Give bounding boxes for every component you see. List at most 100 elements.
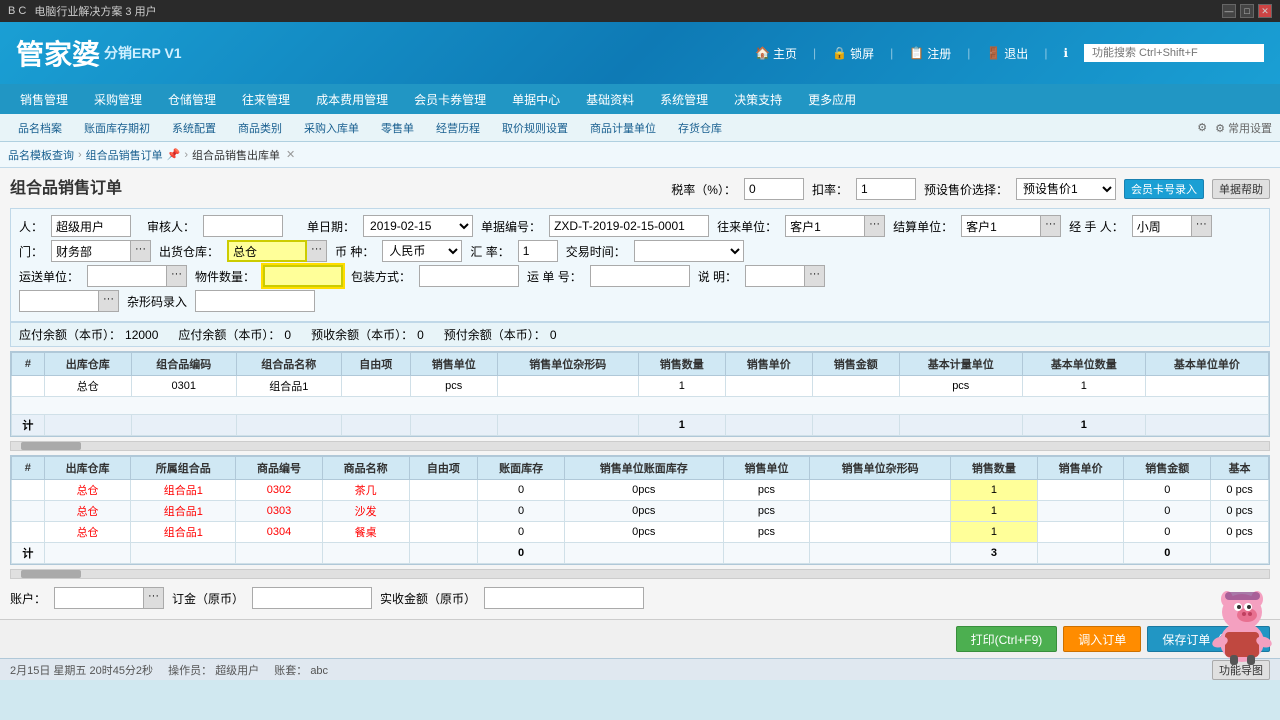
rate-label: 汇 率： [470, 243, 509, 260]
to-unit-btn[interactable]: ··· [865, 215, 885, 237]
required-input[interactable] [19, 290, 99, 312]
breadcrumb-item-1[interactable]: 品名模板查询 [8, 147, 74, 163]
settle-unit-btn[interactable]: ··· [1041, 215, 1061, 237]
date-select[interactable]: 2019-02-15 [363, 215, 473, 237]
subnav-retail[interactable]: 零售单 [371, 117, 424, 139]
handler-btn[interactable]: ··· [1192, 215, 1212, 237]
title-bar: B C 电脑行业解决方案 3 用户 — □ ✕ [0, 0, 1280, 22]
common-settings-btn[interactable]: ⚙ 常用设置 [1215, 120, 1272, 136]
parts-count-label: 物件数量： [195, 268, 255, 285]
top-table-wrapper: # 出库仓库 组合品编码 组合品名称 自由项 销售单位 销售单位杂形码 销售数量… [10, 351, 1270, 437]
nav-documents[interactable]: 单据中心 [500, 87, 572, 112]
person-input[interactable] [51, 215, 131, 237]
maximize-btn[interactable]: □ [1240, 4, 1254, 18]
subnav-pricing[interactable]: 取价规则设置 [492, 117, 578, 139]
import-btn[interactable]: 调入订单 [1063, 626, 1141, 652]
discount-input[interactable] [856, 178, 916, 200]
subnav-purchase-in[interactable]: 采购入库单 [294, 117, 369, 139]
delivery-btn[interactable]: ··· [167, 265, 187, 287]
subnav-warehouse[interactable]: 存货仓库 [668, 117, 732, 139]
package-input[interactable] [419, 265, 519, 287]
bottom-table-scrollbar[interactable] [10, 569, 1270, 579]
rate-input[interactable] [518, 240, 558, 262]
logo: 管家婆 分销ERP V1 [16, 33, 182, 73]
delivery-input[interactable] [87, 265, 167, 287]
nav-basics[interactable]: 基础资料 [574, 87, 646, 112]
nav-system[interactable]: 系统管理 [648, 87, 720, 112]
remark-btn[interactable]: ··· [805, 265, 825, 287]
warehouse-input[interactable] [227, 240, 307, 262]
price-select[interactable]: 预设售价1 [1016, 178, 1116, 200]
remark-input[interactable] [745, 265, 805, 287]
settle-unit-label: 结算单位： [893, 218, 953, 235]
table-row[interactable]: 总仓 0301 组合品1 pcs 1 pcs 1 [12, 376, 1269, 397]
breadcrumb-close-btn[interactable]: ✕ [286, 148, 295, 161]
account-input[interactable] [54, 587, 144, 609]
close-btn[interactable]: ✕ [1258, 4, 1272, 18]
subnav-sysconfig[interactable]: 系统配置 [162, 117, 226, 139]
barcode-input[interactable] [195, 290, 315, 312]
nav-warehouse[interactable]: 仓储管理 [156, 87, 228, 112]
transport-input[interactable] [590, 265, 690, 287]
mascot-image [1205, 577, 1280, 665]
account-btn[interactable]: ··· [144, 587, 164, 609]
header-actions: 🏠 主页 | 🔒 锁屏 | 📋 注册 | 🚪 退出 | ℹ [755, 44, 1264, 62]
bcol-warehouse: 出库仓库 [44, 457, 131, 480]
nav-costs[interactable]: 成本费用管理 [304, 87, 400, 112]
parts-count-input[interactable] [263, 265, 343, 287]
subnav-stockinit[interactable]: 账面库存期初 [74, 117, 160, 139]
col-base-price: 基本单位单价 [1145, 353, 1268, 376]
bcol-base: 基本 [1211, 457, 1269, 480]
warehouse-btn[interactable]: ··· [307, 240, 327, 262]
subnav-category[interactable]: 商品类别 [228, 117, 292, 139]
nav-sales[interactable]: 销售管理 [8, 87, 80, 112]
required-btn[interactable]: ··· [99, 290, 119, 312]
info-btn[interactable]: ℹ [1063, 46, 1068, 60]
register-btn[interactable]: 📋 注册 [909, 45, 951, 62]
dept-input[interactable] [51, 240, 131, 262]
subnav-units[interactable]: 商品计量单位 [580, 117, 666, 139]
breadcrumb-item-2[interactable]: 组合品销售订单 [86, 147, 163, 163]
order-no-input[interactable] [549, 215, 709, 237]
col-sales-unit: 销售单位 [410, 353, 497, 376]
card-input-btn[interactable]: 会员卡号录入 [1124, 179, 1204, 199]
help-btn[interactable]: 单据帮助 [1212, 179, 1270, 199]
currency-select[interactable]: 人民币 [382, 240, 462, 262]
nav-purchase[interactable]: 采购管理 [82, 87, 154, 112]
nav-membership[interactable]: 会员卡券管理 [402, 87, 498, 112]
col-qty: 销售数量 [638, 353, 725, 376]
bottom-table-row-2[interactable]: 总仓 组合品1 0303 沙发 0 0pcs pcs 1 0 0 pcs [12, 501, 1269, 522]
settle-unit-input[interactable] [961, 215, 1041, 237]
breadcrumb-item-3[interactable]: 组合品销售出库单 [192, 147, 280, 163]
home-btn[interactable]: 🏠 主页 [755, 45, 797, 62]
nav-decision[interactable]: 决策支持 [722, 87, 794, 112]
subnav-products[interactable]: 品名档案 [8, 117, 72, 139]
lock-btn[interactable]: 🔒 锁屏 [832, 45, 874, 62]
to-unit-input[interactable] [785, 215, 865, 237]
top-table-scrollbar[interactable] [10, 441, 1270, 451]
actual-amount-input[interactable] [484, 587, 644, 609]
prepay-value: 0 [417, 328, 424, 342]
dept-btn[interactable]: ··· [131, 240, 151, 262]
exchange-time-select[interactable] [634, 240, 744, 262]
minimize-btn[interactable]: — [1222, 4, 1236, 18]
status-date: 2月15日 星期五 20时45分2秒 [10, 665, 153, 677]
bottom-table-row-1[interactable]: 总仓 组合品1 0302 茶几 0 0pcs pcs 1 0 0 pcs [12, 480, 1269, 501]
bottom-scrollbar-thumb[interactable] [21, 570, 81, 578]
subnav-history[interactable]: 经营历程 [426, 117, 490, 139]
logout-btn[interactable]: 🚪 退出 [986, 45, 1028, 62]
bottom-table-total-row: 计 0 3 0 [12, 543, 1269, 564]
col-base-qty: 基本单位数量 [1022, 353, 1145, 376]
handler-input[interactable] [1132, 215, 1192, 237]
order-amount-input[interactable] [252, 587, 372, 609]
date-label: 单日期： [307, 218, 355, 235]
reviewer-input[interactable] [203, 215, 283, 237]
nav-transactions[interactable]: 往来管理 [230, 87, 302, 112]
barcode-label: 杂形码录入 [127, 293, 187, 310]
scrollbar-thumb[interactable] [21, 442, 81, 450]
print-btn[interactable]: 打印(Ctrl+F9) [956, 626, 1058, 652]
search-input[interactable] [1084, 44, 1264, 62]
nav-more[interactable]: 更多应用 [796, 87, 868, 112]
tax-input[interactable] [744, 178, 804, 200]
bottom-table-row-3[interactable]: 总仓 组合品1 0304 餐桌 0 0pcs pcs 1 0 0 pcs [12, 522, 1269, 543]
